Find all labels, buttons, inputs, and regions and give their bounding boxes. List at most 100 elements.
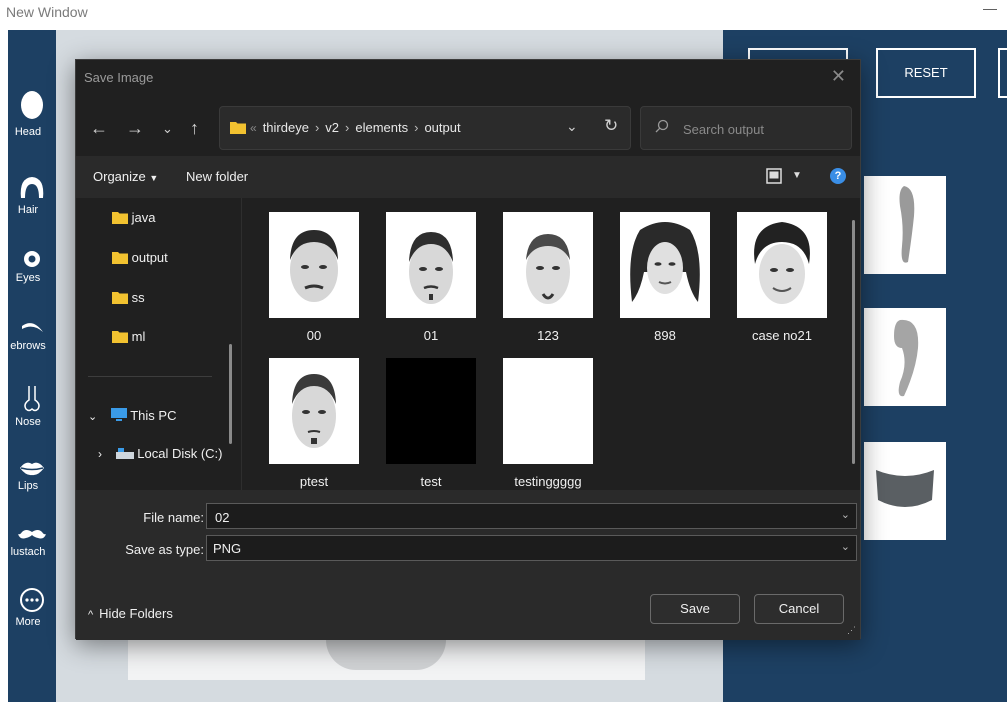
file-thumbnail bbox=[386, 212, 476, 318]
folder-icon bbox=[112, 331, 128, 343]
file-item[interactable]: 123 bbox=[498, 212, 598, 343]
breadcrumb-item[interactable]: thirdeye bbox=[263, 120, 309, 135]
local-disk-label: Local Disk (C:) bbox=[137, 446, 223, 461]
new-folder-button[interactable]: New folder bbox=[186, 169, 248, 184]
face-sketch-image bbox=[526, 234, 570, 304]
hide-folders-toggle[interactable]: ^ Hide Folders bbox=[88, 606, 173, 621]
nose-icon bbox=[24, 386, 40, 412]
dropdown-arrow-icon: ▼ bbox=[149, 173, 159, 183]
this-pc-label: This PC bbox=[130, 408, 177, 423]
navigation-pane: java output ss ml ⌄ This PC › Local Disk… bbox=[76, 198, 241, 490]
sidebar-item-label: Hair bbox=[17, 204, 39, 216]
reset-button[interactable]: RESET bbox=[876, 48, 976, 98]
nav-folder-ml[interactable]: ml bbox=[112, 329, 145, 344]
file-item[interactable]: 898 bbox=[615, 212, 715, 343]
file-item[interactable]: test bbox=[381, 358, 481, 489]
sidebar-item-eyes[interactable]: Eyes bbox=[8, 248, 56, 284]
sidebar-item-hair[interactable]: Hair bbox=[8, 174, 56, 216]
command-bar: Organize ▼ New folder ▼ ? bbox=[76, 156, 860, 198]
sidebar-item-head[interactable]: Head bbox=[8, 90, 56, 138]
up-arrow-icon[interactable]: ↑ bbox=[190, 118, 199, 139]
mustache-icon bbox=[18, 530, 46, 539]
breadcrumb-item[interactable]: output bbox=[424, 120, 460, 135]
nav-local-disk[interactable]: › Local Disk (C:) bbox=[98, 446, 223, 461]
breadcrumb: «thirdeye › v2 › elements › output bbox=[250, 120, 461, 135]
chevron-down-icon[interactable]: ⌄ bbox=[841, 508, 850, 521]
sidebar-item-label: Head bbox=[14, 126, 42, 138]
face-sketch-image bbox=[409, 232, 453, 304]
nav-folder-ss[interactable]: ss bbox=[112, 290, 145, 305]
dialog-title: Save Image bbox=[84, 70, 154, 85]
file-list-scrollbar[interactable] bbox=[852, 220, 855, 464]
sidebar-item-more[interactable]: More bbox=[8, 586, 56, 628]
file-name-field[interactable]: ⌄ bbox=[206, 503, 857, 529]
feature-thumbnail[interactable] bbox=[864, 308, 946, 406]
more-icon bbox=[20, 588, 44, 612]
collapse-chevron-icon[interactable]: › bbox=[98, 447, 102, 461]
file-name-label: File name: bbox=[143, 510, 204, 525]
sidebar-item-label: lustach bbox=[10, 546, 46, 558]
sidebar-item-label: ebrows bbox=[10, 340, 46, 352]
minimize-icon[interactable]: — bbox=[983, 0, 997, 16]
file-thumbnail bbox=[620, 212, 710, 318]
breadcrumb-item[interactable]: elements bbox=[355, 120, 408, 135]
canvas-chin-shape bbox=[326, 640, 446, 670]
nav-divider bbox=[88, 376, 212, 377]
recent-locations-chevron-icon[interactable]: ⌄ bbox=[162, 121, 173, 137]
face-sketch-image bbox=[630, 222, 700, 302]
file-name: 898 bbox=[654, 328, 676, 343]
file-thumbnail bbox=[503, 212, 593, 318]
computer-icon bbox=[110, 408, 127, 421]
file-item[interactable]: 01 bbox=[381, 212, 481, 343]
save-type-select[interactable]: PNG ⌄ bbox=[206, 535, 857, 561]
sidebar-item-lips[interactable]: Lips bbox=[8, 458, 56, 492]
file-item[interactable]: case no21 bbox=[732, 212, 832, 343]
ear-icon bbox=[899, 186, 915, 263]
search-box[interactable] bbox=[640, 106, 852, 150]
save-button[interactable]: Save bbox=[650, 594, 740, 624]
back-arrow-icon[interactable]: ← bbox=[90, 118, 108, 139]
eye-icon bbox=[24, 251, 40, 267]
nav-folder-output[interactable]: output bbox=[112, 250, 168, 265]
folder-label: ss bbox=[131, 290, 145, 305]
file-name: 00 bbox=[306, 328, 322, 343]
view-layout-icon[interactable] bbox=[766, 168, 782, 184]
address-bar[interactable]: «thirdeye › v2 › elements › output ⌄ ↻ bbox=[219, 106, 631, 150]
sidebar-item-mustache[interactable]: lustach bbox=[8, 526, 56, 558]
folder-label: java bbox=[131, 210, 156, 225]
cancel-button[interactable]: Cancel bbox=[754, 594, 844, 624]
nav-folder-java[interactable]: java bbox=[112, 210, 155, 225]
organize-menu[interactable]: Organize ▼ bbox=[93, 169, 158, 184]
search-input[interactable] bbox=[681, 117, 845, 141]
file-thumbnail bbox=[737, 212, 827, 318]
view-dropdown-icon[interactable]: ▼ bbox=[792, 170, 802, 181]
nav-scrollbar[interactable] bbox=[229, 344, 232, 444]
close-icon[interactable]: ✕ bbox=[831, 66, 846, 87]
file-thumbnail bbox=[269, 212, 359, 318]
file-item[interactable]: testinggggg bbox=[498, 358, 598, 489]
expand-chevron-icon[interactable]: ⌄ bbox=[88, 411, 97, 423]
head-icon bbox=[21, 91, 43, 119]
sidebar-item-eyebrows[interactable]: ebrows bbox=[8, 318, 56, 352]
navigation-row: ← → ⌄ ↑ «thirdeye › v2 › elements › output ⌄ ↻ bbox=[76, 100, 860, 156]
file-item[interactable]: 00 bbox=[264, 212, 364, 343]
feature-thumbnail[interactable] bbox=[864, 176, 946, 274]
file-item[interactable]: ptest bbox=[264, 358, 364, 489]
chevron-down-icon[interactable]: ⌄ bbox=[566, 118, 578, 135]
breadcrumb-overflow-icon[interactable]: « bbox=[250, 121, 257, 135]
file-name: 01 bbox=[423, 328, 439, 343]
nav-this-pc[interactable]: ⌄ This PC bbox=[88, 408, 176, 423]
breadcrumb-item[interactable]: v2 bbox=[325, 120, 339, 135]
hair-icon bbox=[20, 177, 44, 198]
chevron-down-icon[interactable]: ⌄ bbox=[841, 540, 850, 553]
file-name-input[interactable] bbox=[213, 507, 827, 527]
forward-arrow-icon[interactable]: → bbox=[126, 118, 144, 139]
sidebar-item-nose[interactable]: Nose bbox=[8, 384, 56, 428]
file-thumbnail bbox=[269, 358, 359, 464]
chin-icon bbox=[876, 470, 934, 507]
resize-grip-icon[interactable]: ⋰ bbox=[847, 625, 856, 636]
refresh-icon[interactable]: ↻ bbox=[604, 116, 618, 136]
help-icon[interactable]: ? bbox=[830, 168, 846, 184]
right-panel-button-partial[interactable] bbox=[998, 48, 1007, 98]
feature-thumbnail[interactable] bbox=[864, 442, 946, 540]
